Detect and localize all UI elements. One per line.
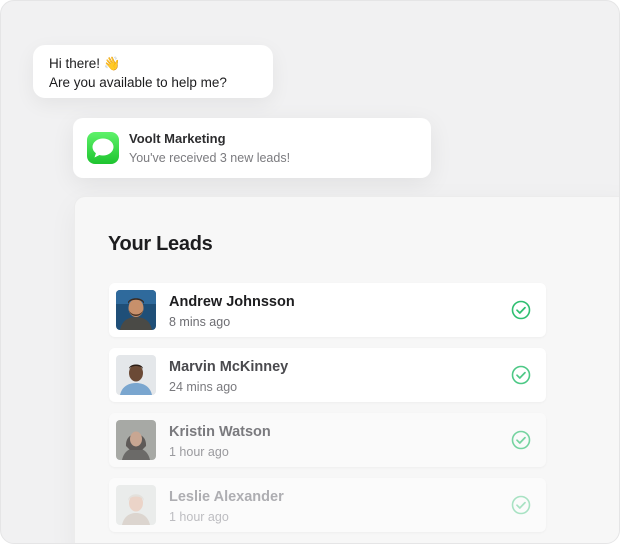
- lead-row[interactable]: Leslie Alexander 1 hour ago: [109, 478, 546, 532]
- check-circle-icon: [511, 430, 531, 450]
- panel-title: Your Leads: [108, 233, 213, 255]
- lead-row[interactable]: Marvin McKinney 24 mins ago: [109, 348, 546, 402]
- chat-bubble: Hi there! 👋 Are you available to help me…: [33, 45, 273, 98]
- chat-question: Are you available to help me?: [49, 75, 227, 90]
- app-canvas: Hi there! 👋 Are you available to help me…: [0, 0, 620, 544]
- avatar: [116, 420, 156, 460]
- lead-name: Andrew Johnsson: [169, 294, 295, 310]
- check-circle-icon: [511, 495, 531, 515]
- lead-name: Marvin McKinney: [169, 359, 289, 375]
- check-circle-icon: [511, 300, 531, 320]
- check-circle-icon: [511, 365, 531, 385]
- leads-panel: Your Leads Andrew Johnsson 8 mins ago Ma…: [75, 197, 619, 543]
- lead-time: 1 hour ago: [169, 445, 229, 459]
- lead-name: Leslie Alexander: [169, 489, 284, 505]
- lead-notification[interactable]: Voolt Marketing You've received 3 new le…: [73, 118, 431, 178]
- avatar: [116, 355, 156, 395]
- messages-icon: [87, 132, 119, 164]
- lead-time: 24 mins ago: [169, 380, 238, 394]
- avatar: [116, 290, 156, 330]
- lead-time: 8 mins ago: [169, 315, 231, 329]
- lead-time: 1 hour ago: [169, 510, 229, 524]
- avatar: [116, 485, 156, 525]
- chat-greeting: Hi there! 👋: [49, 56, 121, 71]
- lead-row[interactable]: Andrew Johnsson 8 mins ago: [109, 283, 546, 337]
- lead-name: Kristin Watson: [169, 424, 271, 440]
- notification-title: Voolt Marketing: [129, 131, 226, 146]
- notification-subtitle: You've received 3 new leads!: [129, 151, 291, 165]
- lead-row[interactable]: Kristin Watson 1 hour ago: [109, 413, 546, 467]
